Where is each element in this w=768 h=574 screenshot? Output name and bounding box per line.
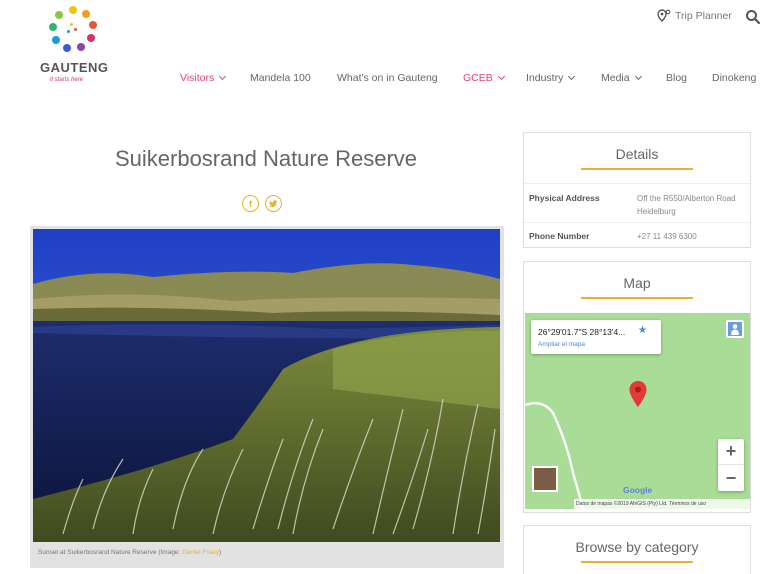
caption-text: Sunset at Suikerbosrand Nature Reserve (… xyxy=(38,549,183,556)
map-info-box: 26°29'01.7"S 28°13'4... ★ Ampliar el map… xyxy=(531,320,661,354)
details-card: Details Physical Address Off the R550/Al… xyxy=(523,132,751,248)
zoom-in-button[interactable]: + xyxy=(718,439,744,465)
browse-card: Browse by category xyxy=(523,525,751,574)
caption-end: ) xyxy=(219,549,222,556)
facebook-icon[interactable]: f xyxy=(242,195,259,212)
details-title-underline xyxy=(581,168,693,170)
trip-planner-link[interactable]: Trip Planner xyxy=(657,9,732,23)
detail-row-phone: Phone Number +27 11 439 6300 xyxy=(524,222,750,248)
nav-item-media[interactable]: Media xyxy=(601,72,642,84)
nav-item-dinokeng[interactable]: Dinokeng xyxy=(712,72,756,84)
map-title-underline xyxy=(581,297,693,299)
nav-item-gceb[interactable]: GCEB xyxy=(463,72,505,84)
nav-item-whats-on[interactable]: What's on in Gauteng xyxy=(337,72,438,84)
caption-credit-link[interactable]: Daniel Fraay xyxy=(182,549,219,556)
trip-planner-label: Trip Planner xyxy=(675,10,732,22)
address-value: Off the R550/Alberton Road Heidelburg xyxy=(637,194,736,216)
main-nav: Visitors Mandela 100 What's on in Gauten… xyxy=(0,72,768,88)
map-attribution: Datos de mapas ©2019 AfriGIS (Pty) Ltd. … xyxy=(574,499,750,509)
address-label: Physical Address xyxy=(529,193,600,203)
detail-row-address: Physical Address Off the R550/Alberton R… xyxy=(524,183,750,221)
satellite-toggle-thumbnail[interactable] xyxy=(532,466,558,492)
map-coordinates: 26°29'01.7"S 28°13'4... xyxy=(538,327,626,337)
map-marker-icon[interactable] xyxy=(628,380,648,408)
browse-title-underline xyxy=(581,561,693,563)
map-card: Map 26°29'01.7"S 28°13'4... ★ Ampliar el… xyxy=(523,261,751,513)
google-logo: Google xyxy=(623,485,653,495)
photo-caption: Sunset at Suikerbosrand Nature Reserve (… xyxy=(38,549,221,556)
twitter-icon[interactable] xyxy=(265,195,282,212)
map-title: Map xyxy=(623,275,651,291)
page-title: Suikerbosrand Nature Reserve xyxy=(114,146,418,171)
phone-value: +27 11 439 6300 xyxy=(637,232,697,241)
hero-photo-frame: Sunset at Suikerbosrand Nature Reserve (… xyxy=(30,226,504,568)
nav-item-visitors[interactable]: Visitors xyxy=(180,72,227,84)
nav-item-industry[interactable]: Industry xyxy=(526,72,576,84)
phone-label: Phone Number xyxy=(529,231,590,241)
street-view-pegman-icon[interactable] xyxy=(726,320,744,338)
browse-title: Browse by category xyxy=(575,539,699,555)
enlarge-map-link[interactable]: Ampliar el mapa xyxy=(538,341,585,348)
map-pin-icon xyxy=(657,9,671,22)
zoom-out-button[interactable]: − xyxy=(718,465,744,491)
map-zoom-controls: + − xyxy=(718,439,744,491)
search-icon[interactable] xyxy=(745,9,761,25)
reserve-photo xyxy=(33,229,500,542)
save-star-icon[interactable]: ★ xyxy=(638,325,647,336)
details-title: Details xyxy=(615,146,659,162)
google-map[interactable]: 26°29'01.7"S 28°13'4... ★ Ampliar el map… xyxy=(525,313,750,509)
nav-item-blog[interactable]: Blog xyxy=(666,72,687,84)
share-buttons: f xyxy=(242,195,282,212)
nav-item-mandela-100[interactable]: Mandela 100 xyxy=(250,72,311,84)
logo-dots-icon xyxy=(49,6,97,54)
